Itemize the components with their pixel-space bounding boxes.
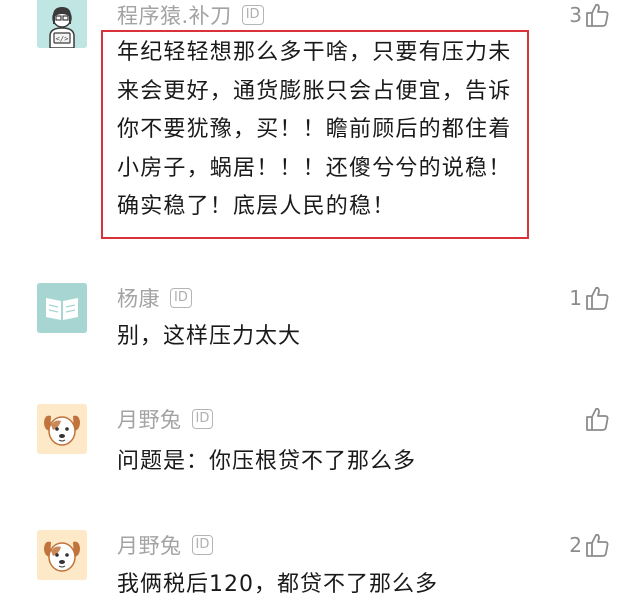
like-count: 3 xyxy=(569,3,582,27)
comment-content: 我俩税后120，都贷不了那么多 xyxy=(117,572,438,597)
id-badge: ID xyxy=(241,5,264,25)
avatar[interactable] xyxy=(37,404,87,454)
thumbs-up-icon xyxy=(584,532,610,558)
like-count: 2 xyxy=(569,533,582,557)
avatar[interactable]: </> xyxy=(37,0,87,48)
book-avatar-icon xyxy=(37,283,87,333)
comment-line: 确实稳了！底层人民的稳！ xyxy=(117,194,396,219)
svg-text:</>: </> xyxy=(56,35,69,43)
username[interactable]: 杨康 xyxy=(117,283,160,313)
dog-avatar-icon xyxy=(37,404,87,454)
like-count: 1 xyxy=(569,286,582,310)
username[interactable]: 月野兔 xyxy=(117,404,182,434)
programmer-avatar-icon: </> xyxy=(37,0,87,48)
name-row: 月野兔 ID xyxy=(117,404,214,434)
like-button[interactable]: 3 xyxy=(569,2,610,28)
id-badge: ID xyxy=(191,535,214,555)
like-button[interactable]: 1 xyxy=(569,285,610,311)
thumbs-up-icon xyxy=(584,406,610,432)
name-row: 杨康 ID xyxy=(117,285,192,311)
comment-line: 年纪轻轻想那么多干啥，只要有压力未 xyxy=(117,40,512,65)
dog-avatar-icon xyxy=(37,530,87,580)
comment-line: 小房子，蜗居！！！还傻兮兮的说稳！ xyxy=(117,155,512,181)
comment-content: 别，这样压力太大 xyxy=(117,324,302,349)
name-row: 月野兔 ID xyxy=(117,530,214,560)
username[interactable]: 程序猿.补刀 xyxy=(117,0,232,30)
id-badge: ID xyxy=(170,288,192,308)
username[interactable]: 月野兔 xyxy=(117,530,182,560)
comment-content: 问题是：你压根贷不了那么多 xyxy=(117,449,417,474)
like-button[interactable]: 2 xyxy=(569,532,610,558)
name-row: 程序猿.补刀 ID xyxy=(117,2,264,28)
like-button[interactable] xyxy=(582,406,610,432)
thumbs-up-icon xyxy=(584,2,610,28)
comment-content: 年纪轻轻想那么多干啥，只要有压力未 来会更好，通货膨胀只会占便宜，告诉 你不要犹… xyxy=(117,34,527,227)
comment-line: 你不要犹豫，买！！瞻前顾后的都住着 xyxy=(117,117,512,142)
avatar[interactable] xyxy=(37,530,87,580)
id-badge: ID xyxy=(191,409,214,429)
thumbs-up-icon xyxy=(584,285,610,311)
avatar[interactable] xyxy=(37,283,87,333)
comment-line: 来会更好，通货膨胀只会占便宜，告诉 xyxy=(117,78,512,104)
